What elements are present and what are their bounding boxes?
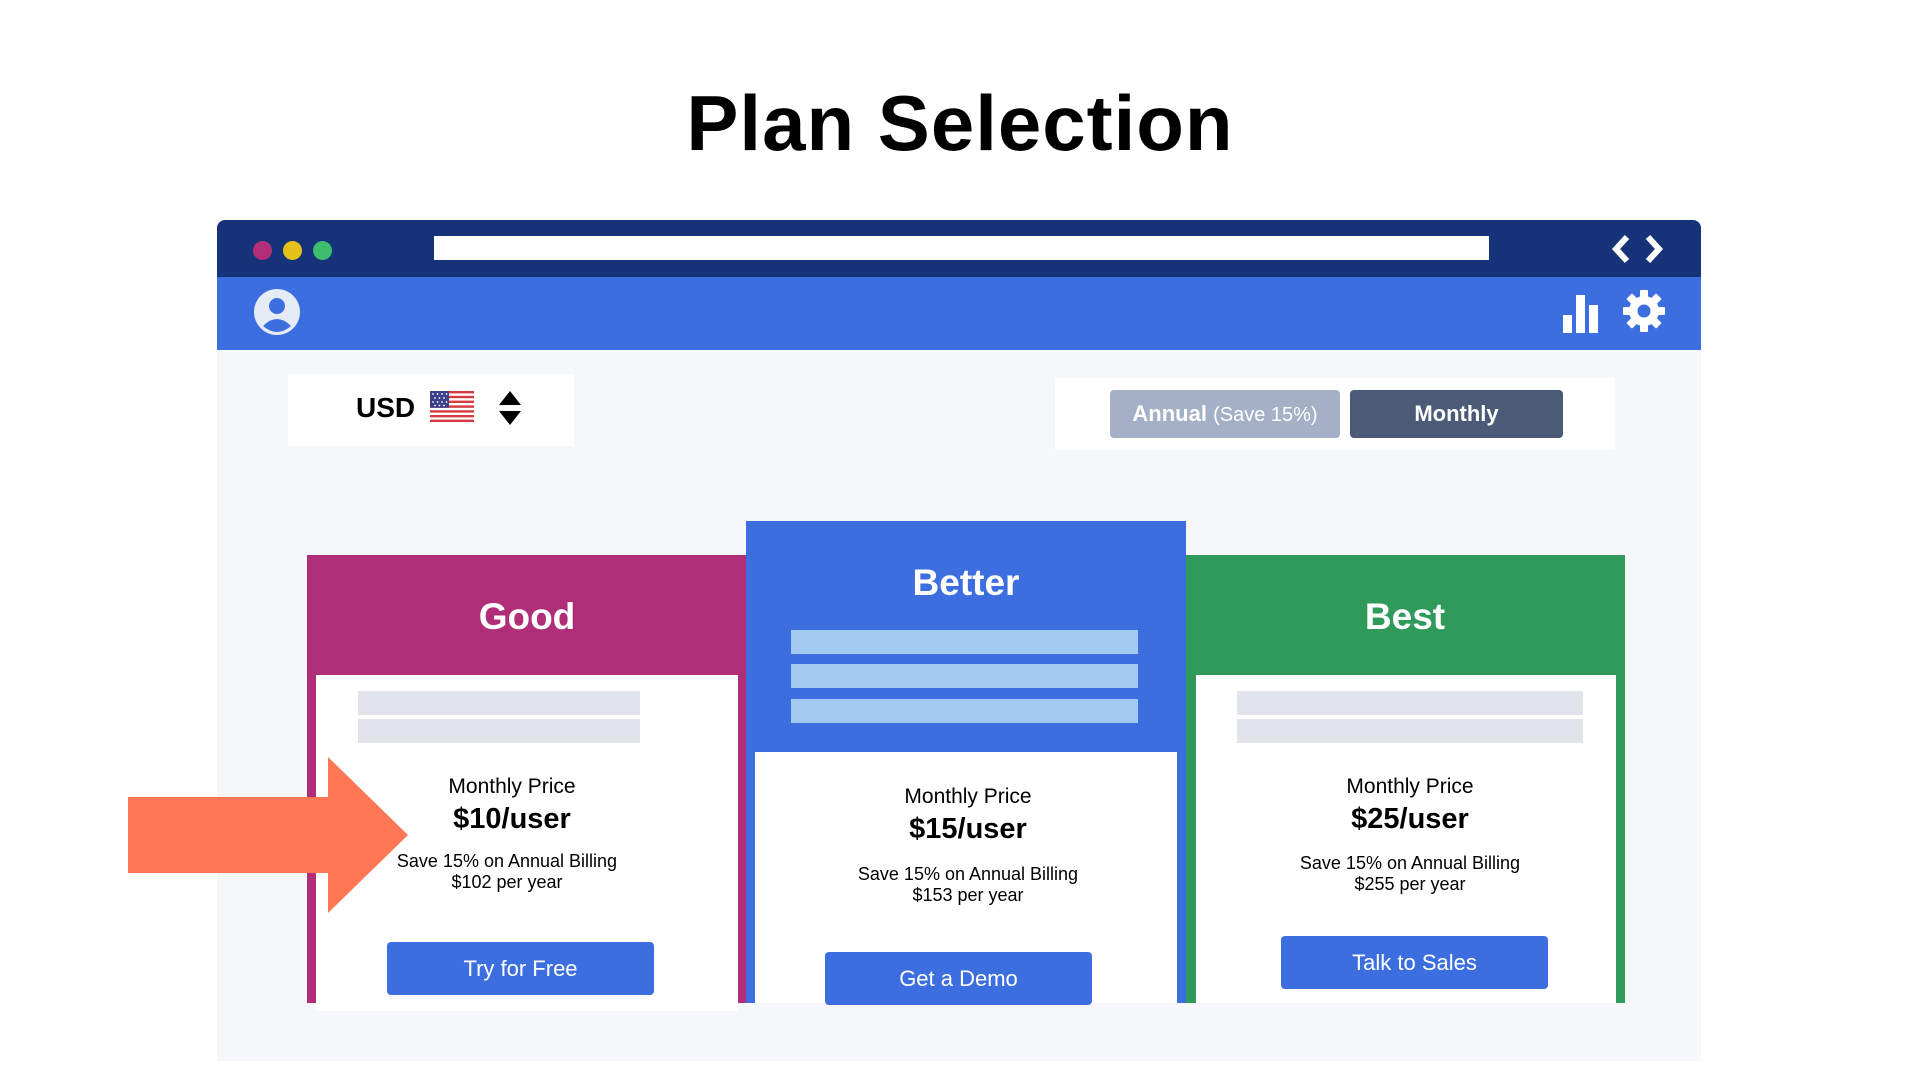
annual-savings-note: (Save 15%) bbox=[1213, 404, 1318, 426]
plan-name: Good bbox=[478, 596, 576, 637]
placeholder-line bbox=[1237, 691, 1583, 715]
annual-price-text: $255 per year bbox=[1354, 874, 1466, 894]
plan-name: Better bbox=[912, 562, 1020, 603]
placeholder-line bbox=[358, 691, 640, 715]
page-title: Plan Selection bbox=[686, 79, 1234, 167]
annual-toggle-button[interactable]: Annual (Save 15%) bbox=[1110, 390, 1340, 438]
us-flag-icon bbox=[430, 391, 474, 422]
placeholder-line bbox=[1237, 719, 1583, 743]
placeholder-line bbox=[791, 699, 1138, 723]
user-avatar-icon[interactable] bbox=[253, 288, 301, 336]
maximize-dot[interactable] bbox=[313, 241, 332, 260]
pointer-arrow-icon bbox=[128, 757, 408, 913]
plan-body: Monthly Price $25/user Save 15% on Annua… bbox=[1196, 675, 1616, 1003]
talk-to-sales-button[interactable]: Talk to Sales bbox=[1281, 936, 1548, 989]
placeholder-line bbox=[791, 630, 1138, 654]
annual-savings-text: Save 15% on Annual Billing bbox=[1299, 853, 1521, 873]
plan-card-best: Best Monthly Price $25/user Save 15% on … bbox=[1185, 555, 1625, 1003]
annual-price-text: $153 per year bbox=[912, 885, 1024, 905]
price-value: $25/user bbox=[1351, 803, 1469, 835]
browser-window: USD Annual (Save 15%) Monthly Good Month… bbox=[217, 220, 1701, 1061]
billing-toggle: Annual (Save 15%) Monthly bbox=[1055, 378, 1615, 450]
chevron-left-icon[interactable] bbox=[1611, 234, 1630, 264]
annual-savings-text: Save 15% on Annual Billing bbox=[857, 864, 1079, 884]
plan-card-better: Better Monthly Price $15/user Save 15% o… bbox=[746, 521, 1186, 1005]
app-toolbar bbox=[217, 277, 1701, 350]
plan-body: Monthly Price $15/user Save 15% on Annua… bbox=[755, 752, 1177, 1005]
currency-code: USD bbox=[356, 392, 416, 423]
address-bar[interactable] bbox=[434, 236, 1489, 260]
price-label: Monthly Price bbox=[1346, 775, 1474, 798]
minimize-dot[interactable] bbox=[283, 241, 302, 260]
sort-up-down-icon[interactable] bbox=[497, 389, 523, 427]
plan-name: Best bbox=[1364, 596, 1446, 637]
annual-label: Annual bbox=[1132, 401, 1207, 426]
placeholder-line bbox=[358, 719, 640, 743]
nav-arrows bbox=[1611, 234, 1664, 264]
get-a-demo-button[interactable]: Get a Demo bbox=[825, 952, 1092, 1005]
try-for-free-button[interactable]: Try for Free bbox=[387, 942, 654, 995]
close-dot[interactable] bbox=[253, 241, 272, 260]
currency-selector[interactable]: USD bbox=[288, 374, 574, 446]
placeholder-line bbox=[791, 664, 1138, 688]
monthly-toggle-button[interactable]: Monthly bbox=[1350, 390, 1563, 438]
price-value: $15/user bbox=[909, 813, 1027, 845]
price-label: Monthly Price bbox=[904, 785, 1032, 808]
title-bar bbox=[217, 220, 1701, 277]
gear-icon[interactable] bbox=[1622, 289, 1666, 333]
chevron-right-icon[interactable] bbox=[1645, 234, 1664, 264]
bar-chart-icon[interactable] bbox=[1561, 291, 1601, 333]
